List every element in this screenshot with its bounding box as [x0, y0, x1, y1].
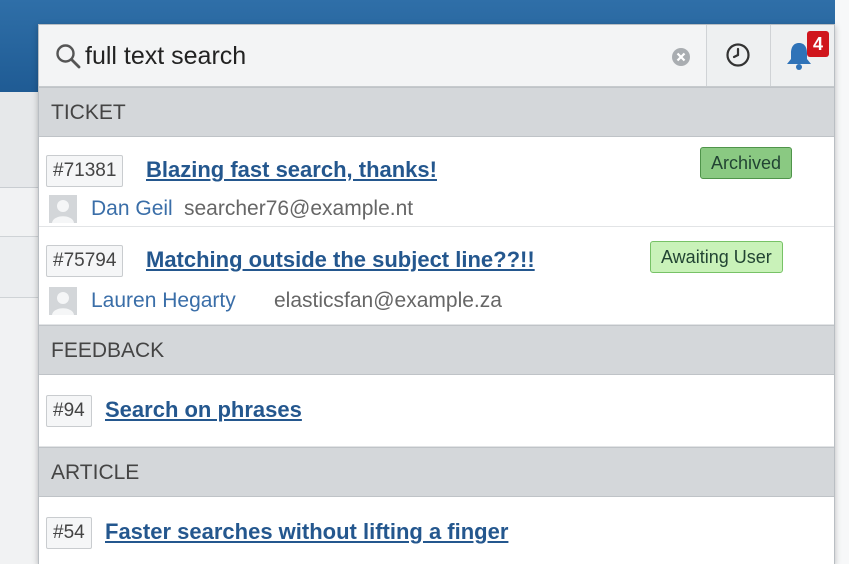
article-id-tag: #54 [46, 517, 92, 549]
result-feedback-94[interactable]: #94 Search on phrases [39, 375, 834, 447]
requester-name[interactable]: Lauren Hegarty [91, 289, 236, 313]
user-avatar-icon [49, 195, 77, 223]
notifications-button[interactable]: 4 [770, 25, 834, 86]
status-badge-awaiting-user: Awaiting User [650, 241, 783, 273]
notification-count-badge: 4 [807, 31, 829, 57]
search-icon [55, 43, 81, 69]
result-title-link[interactable]: Search on phrases [105, 397, 302, 423]
user-avatar-icon [49, 287, 77, 315]
app-background-edge [835, 0, 849, 564]
search-dropdown-panel: 4 TICKET #71381 Blazing fast search, tha… [38, 24, 835, 564]
section-header-article: ARTICLE [39, 447, 834, 497]
clear-icon[interactable] [671, 47, 691, 67]
ticket-id-tag: #75794 [46, 245, 124, 277]
result-ticket-71381[interactable]: #71381 Blazing fast search, thanks! Arch… [39, 137, 834, 227]
history-button[interactable] [706, 25, 770, 86]
section-header-feedback: FEEDBACK [39, 325, 834, 375]
ticket-id-tag: #71381 [46, 155, 124, 187]
search-bar: 4 [39, 25, 834, 87]
result-title-link[interactable]: Matching outside the subject line??!! [146, 247, 535, 273]
requester-email: searcher76@example.nt [184, 197, 414, 220]
search-input[interactable] [85, 37, 645, 75]
section-header-ticket: TICKET [39, 87, 834, 137]
status-badge-archived: Archived [700, 147, 793, 179]
requester-name[interactable]: Dan Geil [91, 197, 173, 221]
result-title-link[interactable]: Blazing fast search, thanks! [146, 157, 437, 183]
feedback-id-tag: #94 [46, 395, 92, 427]
result-ticket-75794[interactable]: #75794 Matching outside the subject line… [39, 227, 834, 325]
clock-icon [726, 43, 750, 67]
result-title-link[interactable]: Faster searches without lifting a finger [105, 519, 508, 545]
requester-email: elasticsfan@example.za [274, 289, 502, 312]
result-article-54[interactable]: #54 Faster searches without lifting a fi… [39, 497, 834, 564]
